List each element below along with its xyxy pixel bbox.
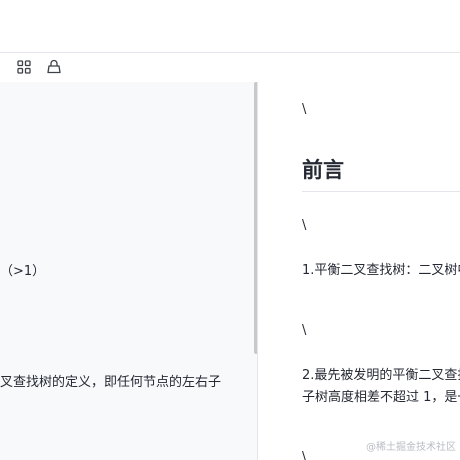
preview-heading: 前言 — [302, 158, 344, 182]
top-header — [0, 0, 460, 52]
preview-text: \ — [302, 323, 307, 338]
preview-paragraph: 1.平衡二叉查找树：二叉树中 — [302, 263, 460, 278]
preview-text: \ — [302, 102, 307, 117]
preview-text: \ — [302, 218, 307, 233]
preview-paragraph: 子树高度相差不超过 1，是一 — [302, 390, 460, 405]
editor-line[interactable]: 叉查找树的定义，即任何节点的左右子 — [0, 371, 221, 390]
bucket-icon[interactable] — [46, 59, 62, 75]
editor-line[interactable]: （>1） — [0, 260, 45, 279]
markdown-preview: \ 前言 \ 1.平衡二叉查找树：二叉树中 \ 2.最先被发明的平衡二叉查找 子… — [258, 82, 460, 460]
heading-rule — [302, 191, 460, 192]
editor-toolbar — [0, 52, 460, 83]
watermark: @稀土掘金技术社区 — [366, 442, 456, 453]
grid-icon[interactable] — [16, 59, 32, 75]
preview-text: \ — [302, 450, 307, 460]
markdown-editor[interactable]: （>1） 叉查找树的定义，即任何节点的左右子 — [0, 82, 257, 460]
preview-paragraph: 2.最先被发明的平衡二叉查找 — [302, 368, 460, 383]
